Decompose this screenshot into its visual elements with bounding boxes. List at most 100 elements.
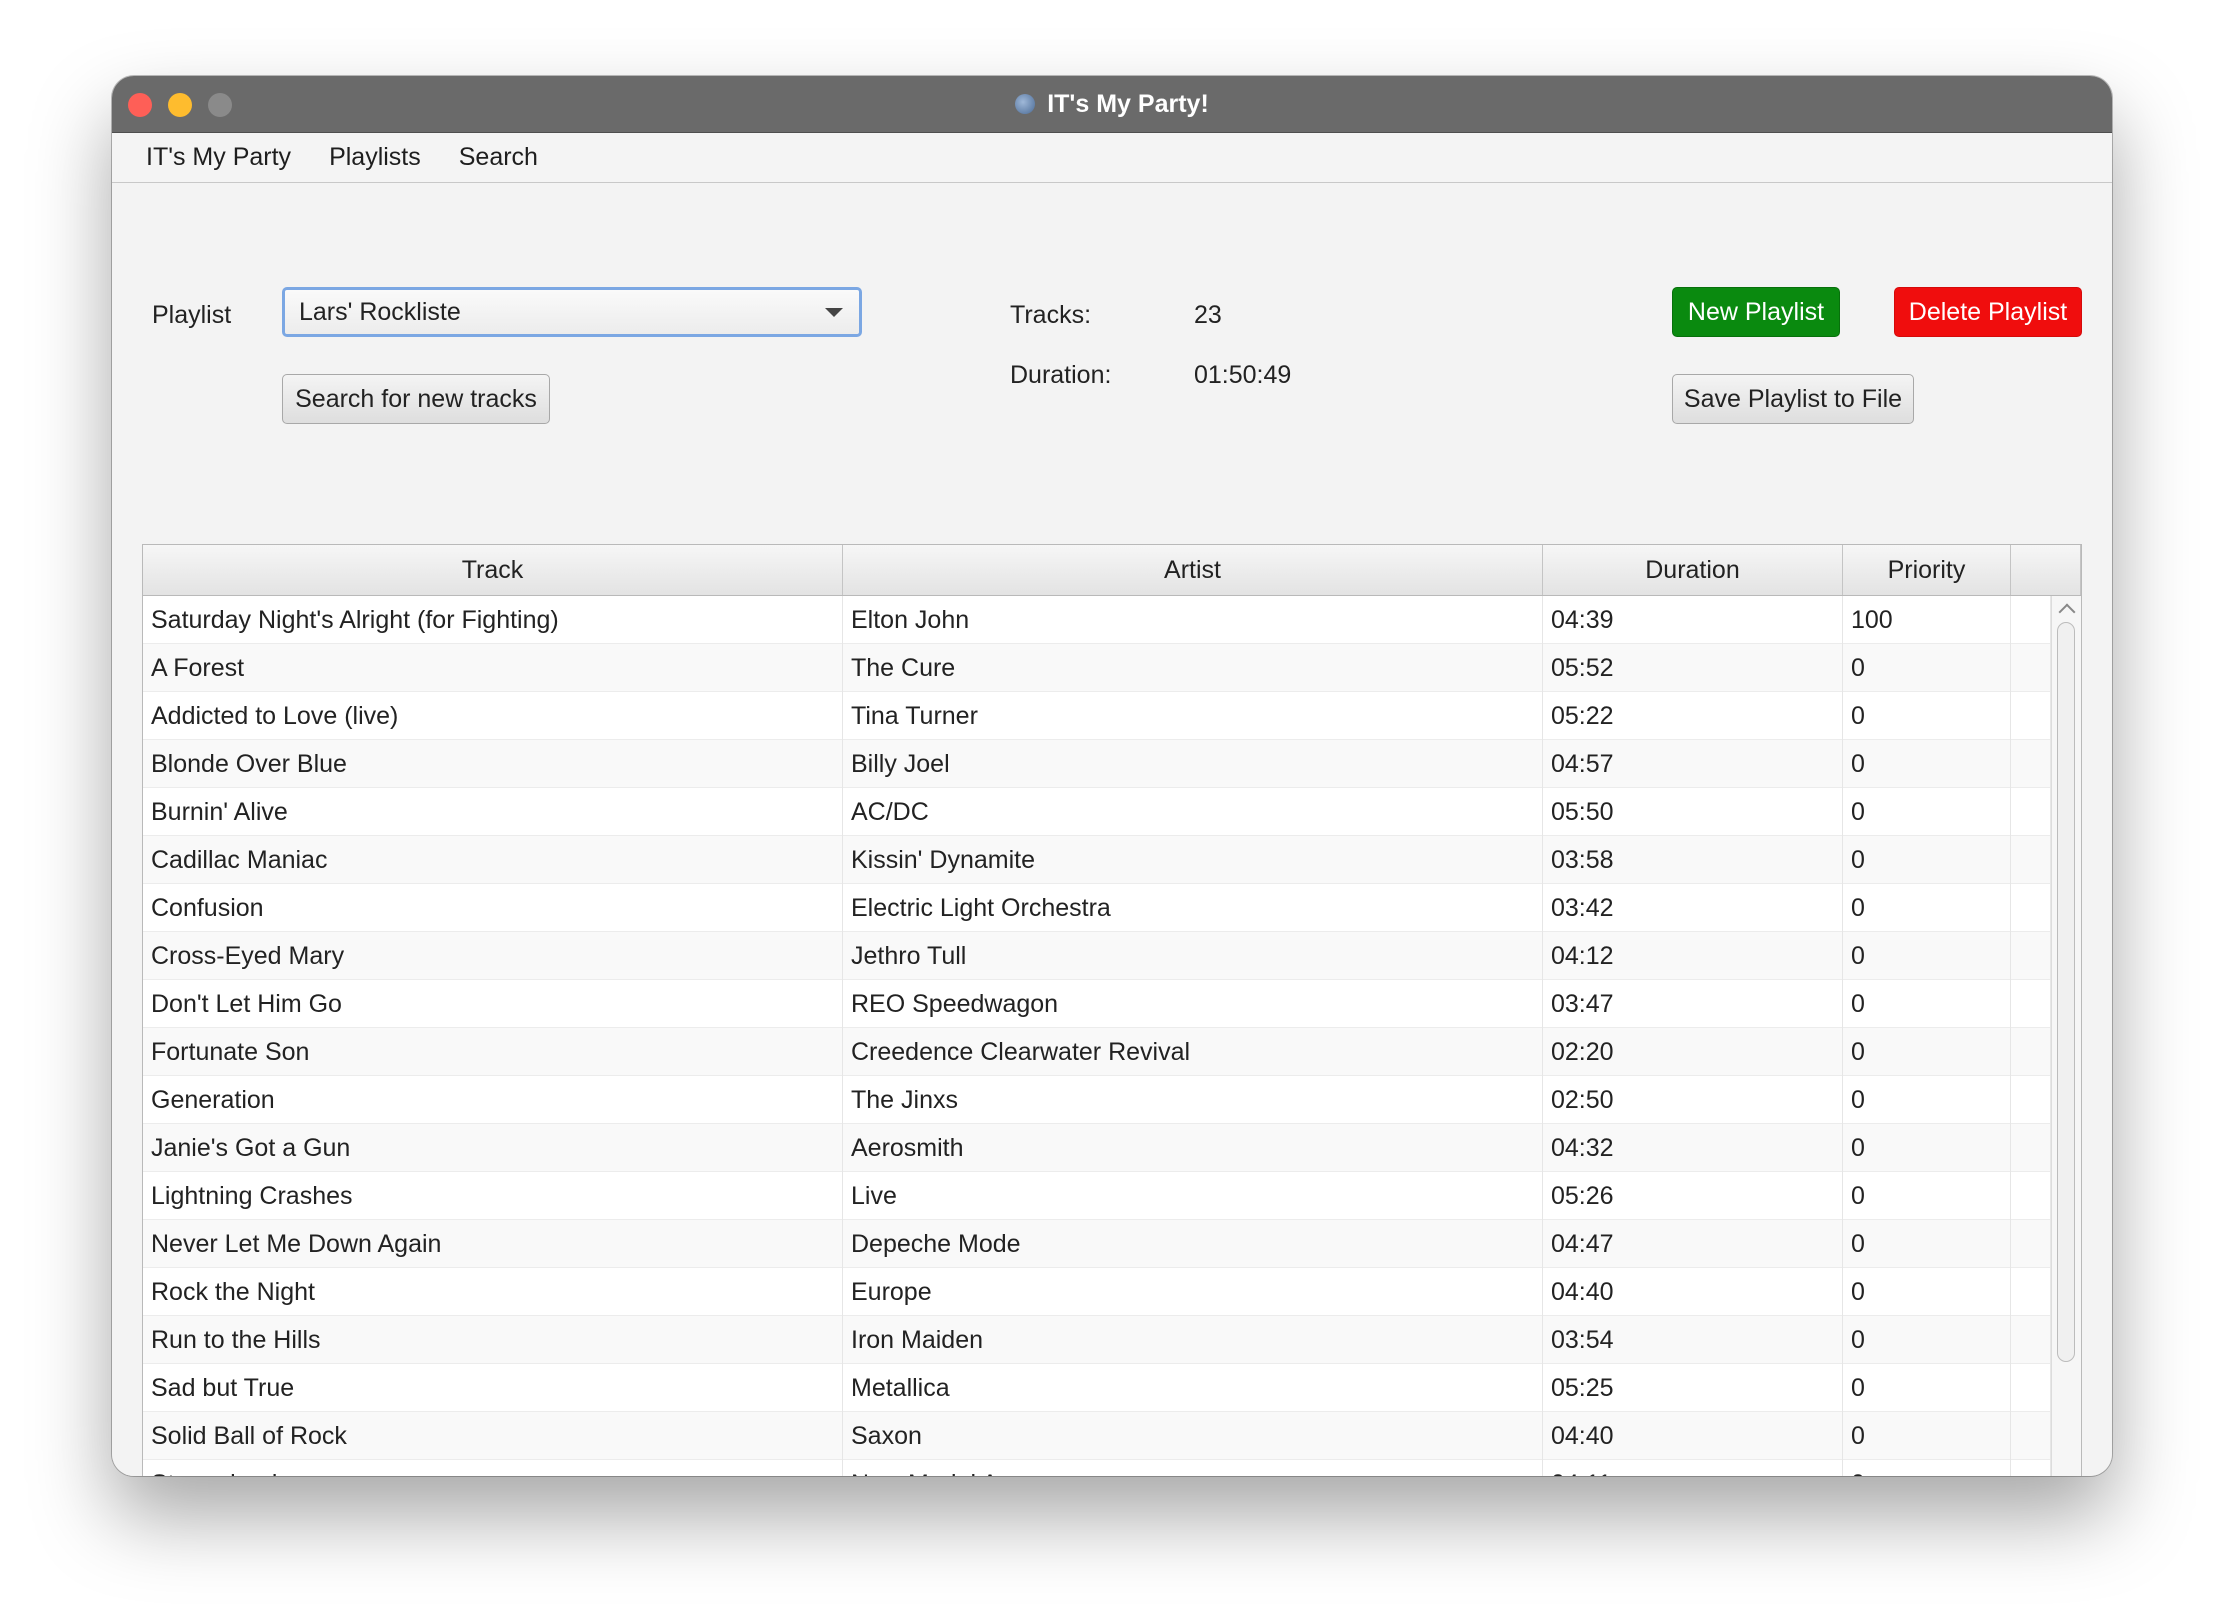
track-cell: Blonde Over Blue <box>143 740 843 788</box>
scroll-up-icon[interactable] <box>2058 603 2076 621</box>
table-header: Track Artist Duration Priority <box>143 545 2081 596</box>
window-title-area: IT's My Party! <box>112 76 2112 132</box>
chevron-down-icon <box>825 308 843 317</box>
title-bar[interactable]: IT's My Party! <box>112 76 2112 133</box>
table-row[interactable]: Burnin' Alive AC/DC 05:50 0 <box>143 788 2051 836</box>
table-row[interactable]: Fortunate Son Creedence Clearwater Reviva… <box>143 1028 2051 1076</box>
table-row[interactable]: Addicted to Love (live) Tina Turner 05:22 0 <box>143 692 2051 740</box>
filler-cell <box>2011 1460 2051 1476</box>
column-header-priority[interactable]: Priority <box>1843 545 2011 595</box>
track-cell: Don't Let Him Go <box>143 980 843 1028</box>
main-content: Playlist Lars' Rockliste Search for new … <box>112 184 2112 1476</box>
artist-cell: REO Speedwagon <box>843 980 1543 1028</box>
filler-cell <box>2011 644 2051 692</box>
menu-playlists[interactable]: Playlists <box>329 143 421 172</box>
priority-cell: 0 <box>1843 980 2011 1028</box>
duration-cell: 02:50 <box>1543 1076 1843 1124</box>
app-icon <box>1015 94 1036 114</box>
priority-cell: 0 <box>1843 644 2011 692</box>
priority-cell: 0 <box>1843 1172 2011 1220</box>
playlist-select-value: Lars' Rockliste <box>299 297 461 326</box>
column-header-duration[interactable]: Duration <box>1543 545 1843 595</box>
app-window: IT's My Party! IT's My Party Playlists S… <box>112 76 2112 1476</box>
duration-cell: 05:22 <box>1543 692 1843 740</box>
track-cell: Cadillac Maniac <box>143 836 843 884</box>
artist-cell: Jethro Tull <box>843 932 1543 980</box>
track-cell: Never Let Me Down Again <box>143 1220 843 1268</box>
filler-cell <box>2011 1172 2051 1220</box>
artist-cell: Billy Joel <box>843 740 1543 788</box>
priority-cell: 0 <box>1843 788 2011 836</box>
priority-cell: 100 <box>1843 596 2011 644</box>
table-row[interactable]: A Forest The Cure 05:52 0 <box>143 644 2051 692</box>
track-cell: Stormclouds <box>143 1460 843 1476</box>
table-row[interactable]: StormcloudsNew Model Army04:110 <box>143 1460 2051 1476</box>
delete-playlist-button[interactable]: Delete Playlist <box>1894 287 2082 337</box>
save-playlist-button[interactable]: Save Playlist to File <box>1672 374 1914 424</box>
table-row[interactable]: Solid Ball of Rock Saxon 04:40 0 <box>143 1412 2051 1460</box>
window-title: IT's My Party! <box>1047 89 1209 118</box>
artist-cell: Iron Maiden <box>843 1316 1543 1364</box>
table-row[interactable]: Cadillac Maniac Kissin' Dynamite 03:58 0 <box>143 836 2051 884</box>
vertical-scrollbar[interactable] <box>2051 596 2081 1476</box>
table-row[interactable]: Never Let Me Down Again Depeche Mode 04:47… <box>143 1220 2051 1268</box>
track-cell: Confusion <box>143 884 843 932</box>
table-row[interactable]: Cross-Eyed Mary Jethro Tull 04:12 0 <box>143 932 2051 980</box>
menu-its-my-party[interactable]: IT's My Party <box>146 143 291 172</box>
column-header-filler <box>2011 545 2081 595</box>
table-row[interactable]: Sad but True Metallica 05:25 0 <box>143 1364 2051 1412</box>
column-header-track[interactable]: Track <box>143 545 843 595</box>
track-cell: Solid Ball of Rock <box>143 1412 843 1460</box>
priority-cell: 0 <box>1843 1268 2011 1316</box>
duration-cell: 03:47 <box>1543 980 1843 1028</box>
column-header-artist[interactable]: Artist <box>843 545 1543 595</box>
priority-cell: 0 <box>1843 1316 2011 1364</box>
artist-cell: Kissin' Dynamite <box>843 836 1543 884</box>
track-cell: Addicted to Love (live) <box>143 692 843 740</box>
table-row[interactable]: Blonde Over Blue Billy Joel 04:57 0 <box>143 740 2051 788</box>
artist-cell: Saxon <box>843 1412 1543 1460</box>
priority-cell: 0 <box>1843 932 2011 980</box>
filler-cell <box>2011 884 2051 932</box>
table-row[interactable]: Lightning Crashes Live 05:26 0 <box>143 1172 2051 1220</box>
playlist-select[interactable]: Lars' Rockliste <box>282 287 862 337</box>
track-cell: Generation <box>143 1076 843 1124</box>
filler-cell <box>2011 788 2051 836</box>
menu-search[interactable]: Search <box>459 143 538 172</box>
table-row[interactable]: Confusion Electric Light Orchestra 03:42 0 <box>143 884 2051 932</box>
table-row[interactable]: Janie's Got a Gun Aerosmith 04:32 0 <box>143 1124 2051 1172</box>
tracks-table: Track Artist Duration Priority Saturday … <box>142 544 2082 1476</box>
new-playlist-button[interactable]: New Playlist <box>1672 287 1840 337</box>
duration-cell: 03:58 <box>1543 836 1843 884</box>
track-cell: Saturday Night's Alright (for Fighting) <box>143 596 843 644</box>
table-row[interactable]: Generation The Jinxs 02:50 0 <box>143 1076 2051 1124</box>
table-body: Saturday Night's Alright (for Fighting) E… <box>143 596 2051 1476</box>
duration-cell: 05:25 <box>1543 1364 1843 1412</box>
artist-cell: Creedence Clearwater Revival <box>843 1028 1543 1076</box>
duration-cell: 02:20 <box>1543 1028 1843 1076</box>
table-row[interactable]: Don't Let Him Go REO Speedwagon 03:47 0 <box>143 980 2051 1028</box>
table-row[interactable]: Rock the Night Europe 04:40 0 <box>143 1268 2051 1316</box>
track-cell: A Forest <box>143 644 843 692</box>
track-cell: Fortunate Son <box>143 1028 843 1076</box>
priority-cell: 0 <box>1843 1460 2011 1476</box>
duration-cell: 04:39 <box>1543 596 1843 644</box>
filler-cell <box>2011 1412 2051 1460</box>
table-row[interactable]: Run to the Hills Iron Maiden 03:54 0 <box>143 1316 2051 1364</box>
duration-cell: 04:40 <box>1543 1268 1843 1316</box>
priority-cell: 0 <box>1843 1076 2011 1124</box>
filler-cell <box>2011 980 2051 1028</box>
filler-cell <box>2011 740 2051 788</box>
artist-cell: New Model Army <box>843 1460 1543 1476</box>
artist-cell: The Jinxs <box>843 1076 1543 1124</box>
track-cell: Sad but True <box>143 1364 843 1412</box>
duration-cell: 04:32 <box>1543 1124 1843 1172</box>
filler-cell <box>2011 1268 2051 1316</box>
filler-cell <box>2011 836 2051 884</box>
table-row[interactable]: Saturday Night's Alright (for Fighting) E… <box>143 596 2051 644</box>
scrollbar-thumb[interactable] <box>2057 622 2075 1362</box>
artist-cell: Live <box>843 1172 1543 1220</box>
search-new-tracks-button[interactable]: Search for new tracks <box>282 374 550 424</box>
filler-cell <box>2011 596 2051 644</box>
duration-cell: 03:54 <box>1543 1316 1843 1364</box>
